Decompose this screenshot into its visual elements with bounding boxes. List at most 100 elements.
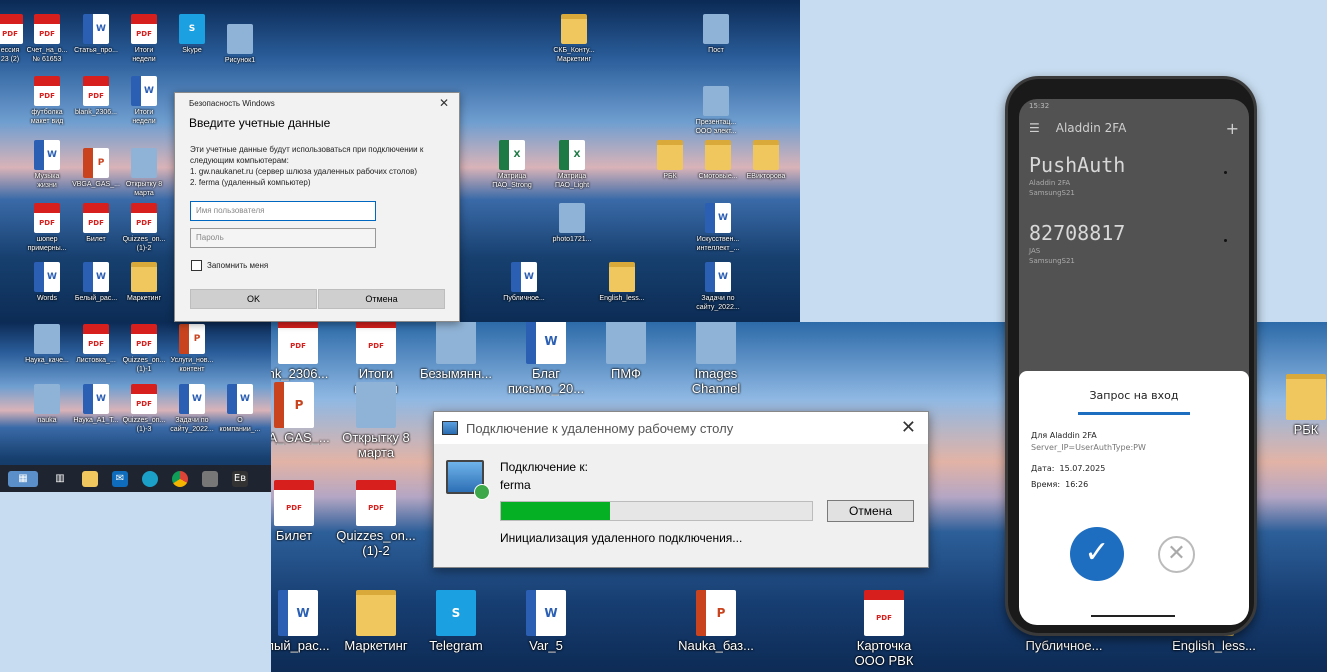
desktop-icon-label: Nauka_баз... <box>678 638 754 653</box>
word-file-icon: W <box>83 262 109 292</box>
chrome-icon[interactable] <box>172 470 188 487</box>
menu-icon[interactable]: ☰ <box>1029 121 1040 135</box>
deny-button[interactable]: ✕ <box>1158 536 1195 573</box>
img-file-icon <box>703 14 729 44</box>
remember-me-checkbox[interactable]: Запомнить меня <box>191 260 268 271</box>
word-file-icon: W <box>705 203 731 233</box>
task-view-icon[interactable]: ▥ <box>52 471 68 487</box>
desktop-icon[interactable]: W Публичное... <box>494 262 554 303</box>
desktop-icon[interactable]: Открытку 8 марта <box>331 382 421 460</box>
folder-file-icon <box>561 14 587 44</box>
add-icon[interactable]: + <box>1226 119 1239 138</box>
ok-button[interactable]: OK <box>190 289 317 309</box>
checkbox-box[interactable] <box>191 260 202 271</box>
connecting-label: Подключение к: <box>500 460 589 474</box>
edge-icon[interactable] <box>142 470 158 487</box>
close-icon[interactable]: ✕ <box>901 417 916 438</box>
word-file-icon: W <box>83 14 109 44</box>
desktop-icon[interactable]: W Итоги недели <box>114 76 174 126</box>
desktop-icon[interactable]: X Матрица ПАО_Strong <box>482 140 542 190</box>
desktop-icon-label: СКБ_Конту... Маркетинг <box>553 47 595 63</box>
progress-bar <box>500 501 813 521</box>
desktop-icon[interactable]: photo1721... <box>542 203 602 244</box>
desktop-icon-label: Публичное... <box>503 295 545 302</box>
outlook-icon[interactable]: ✉ <box>112 470 128 487</box>
rdp-connection-dialog: Подключение к удаленному рабочему столу … <box>433 411 929 568</box>
word-file-icon: W <box>705 262 731 292</box>
desktop-icon[interactable]: X Матрица ПАО_Light <box>542 140 602 190</box>
desktop-icon-label: ПМФ <box>611 366 641 381</box>
sheet-title: Запрос на вход <box>1089 389 1179 402</box>
desktop-icon-label: Открытку 8 марта <box>125 181 163 197</box>
username-input[interactable]: Имя пользователя <box>190 201 376 221</box>
desktop-icon[interactable]: W Искусствен... интеллект_... <box>688 203 748 253</box>
close-icon[interactable]: ✕ <box>439 96 449 110</box>
desktop-icon[interactable]: W Благ письмо_20... <box>501 322 591 396</box>
desktop-icon[interactable]: P Nauka_баз... <box>671 590 761 653</box>
approve-button[interactable]: ✓ <box>1070 527 1124 581</box>
pdf-file-icon: PDF <box>34 14 60 44</box>
start-icon[interactable]: ▦ <box>8 470 38 487</box>
folder-file-icon <box>131 262 157 292</box>
desktop-icon[interactable]: Безымянн... <box>411 322 501 381</box>
desktop-icon[interactable]: W Задачи по сайту_2022... <box>688 262 748 312</box>
app-title: Aladdin 2FA <box>1055 121 1127 135</box>
desktop-icon[interactable]: Маркетинг <box>114 262 174 303</box>
account-item[interactable]: PushAuth Aladdin 2FA SamsungS21 <box>1019 143 1249 197</box>
desktop-icon[interactable]: PDF Quizzes_on... (1)-2 <box>114 203 174 253</box>
desktop-icon[interactable]: РБК <box>1261 374 1327 437</box>
phone-status-time: 15:32 <box>1029 102 1050 110</box>
desktop-icon[interactable]: EВикторова <box>736 140 796 181</box>
pdf-file-icon: PDF <box>274 480 314 526</box>
desktop-icon[interactable]: Открытку 8 марта <box>114 148 174 198</box>
desktop-icon-label: EВикторова <box>746 173 786 180</box>
time-row: Время: 16:26 <box>1031 480 1089 489</box>
cancel-button[interactable]: Отмена <box>827 500 914 522</box>
rdp-title-icon <box>442 421 458 435</box>
desktop-icon-label: Итогинедели <box>132 109 156 125</box>
desktop-icon[interactable]: Презентац... ООО элект... <box>686 86 746 136</box>
desktop-icon[interactable]: S Telegram <box>411 590 501 653</box>
desktop-icon[interactable]: Рисунок1 <box>210 24 270 65</box>
folder-file-icon <box>1286 374 1326 420</box>
login-request-sheet: Запрос на вход Для Aladdin 2FA Server_IP… <box>1019 371 1249 625</box>
img-file-icon <box>131 148 157 178</box>
desktop-icon[interactable]: СКБ_Конту... Маркетинг <box>544 14 604 64</box>
xl-file-icon: X <box>559 140 585 170</box>
desktop-icon-label: Благ письмо_20... <box>507 366 585 396</box>
img-file-icon <box>696 322 736 364</box>
desktop-icon-label: Публичное... <box>1025 638 1103 653</box>
desktop-icon[interactable]: Images Channel <box>671 322 761 396</box>
pdf-file-icon: PDF <box>864 590 904 636</box>
pdf-file-icon: PDF <box>278 322 318 364</box>
pdf-file-icon: PDF <box>356 322 396 364</box>
desktop-icon[interactable]: W Var_5 <box>501 590 591 653</box>
for-label: Для Aladdin 2FA <box>1031 431 1097 440</box>
password-input[interactable]: Пароль <box>190 228 376 248</box>
desktop-icon[interactable]: Пост <box>686 14 746 55</box>
dialog-description: Эти учетные данные будут использоваться … <box>190 145 424 187</box>
folder-file-icon <box>753 140 779 170</box>
desktop-icon[interactable]: PDF Quizzes_on... (1)-2 <box>331 480 421 558</box>
desktop-icon[interactable]: ПМФ <box>581 322 671 381</box>
app-icon[interactable] <box>202 470 218 487</box>
word-file-icon: W <box>179 384 205 414</box>
file-explorer-icon[interactable] <box>82 470 98 487</box>
desktop-icon[interactable]: P GA_GAS_... <box>271 382 339 445</box>
word-file-icon: W <box>34 140 60 170</box>
home-indicator <box>1091 615 1175 617</box>
desktop-icon[interactable]: PDF Карточка ООО РВК <box>839 590 929 668</box>
account-item[interactable]: 82708817 JAS SamsungS21 <box>1019 211 1249 265</box>
desktop-icon-label: Матрица ПАО_Strong <box>492 173 532 189</box>
rdp-title: Подключение к удаленному рабочему столу <box>466 420 734 436</box>
desktop-icon[interactable]: P Услуги_нов... контент <box>162 324 222 374</box>
desktop-icon[interactable]: PDF Билет <box>271 480 339 543</box>
desktop-icon[interactable]: W Окомпании_... <box>210 384 270 434</box>
text-app-icon[interactable]: Ев <box>232 470 248 487</box>
cancel-button[interactable]: Отмена <box>318 289 445 309</box>
server-info: Server_IP=UserAuthType:PW <box>1031 443 1146 452</box>
desktop-icon[interactable]: Маркетинг <box>331 590 421 653</box>
desktop-icon-label: РБК <box>1293 422 1319 437</box>
desktop-icon[interactable]: English_less... <box>592 262 652 303</box>
pdf-file-icon: PDF <box>34 203 60 233</box>
